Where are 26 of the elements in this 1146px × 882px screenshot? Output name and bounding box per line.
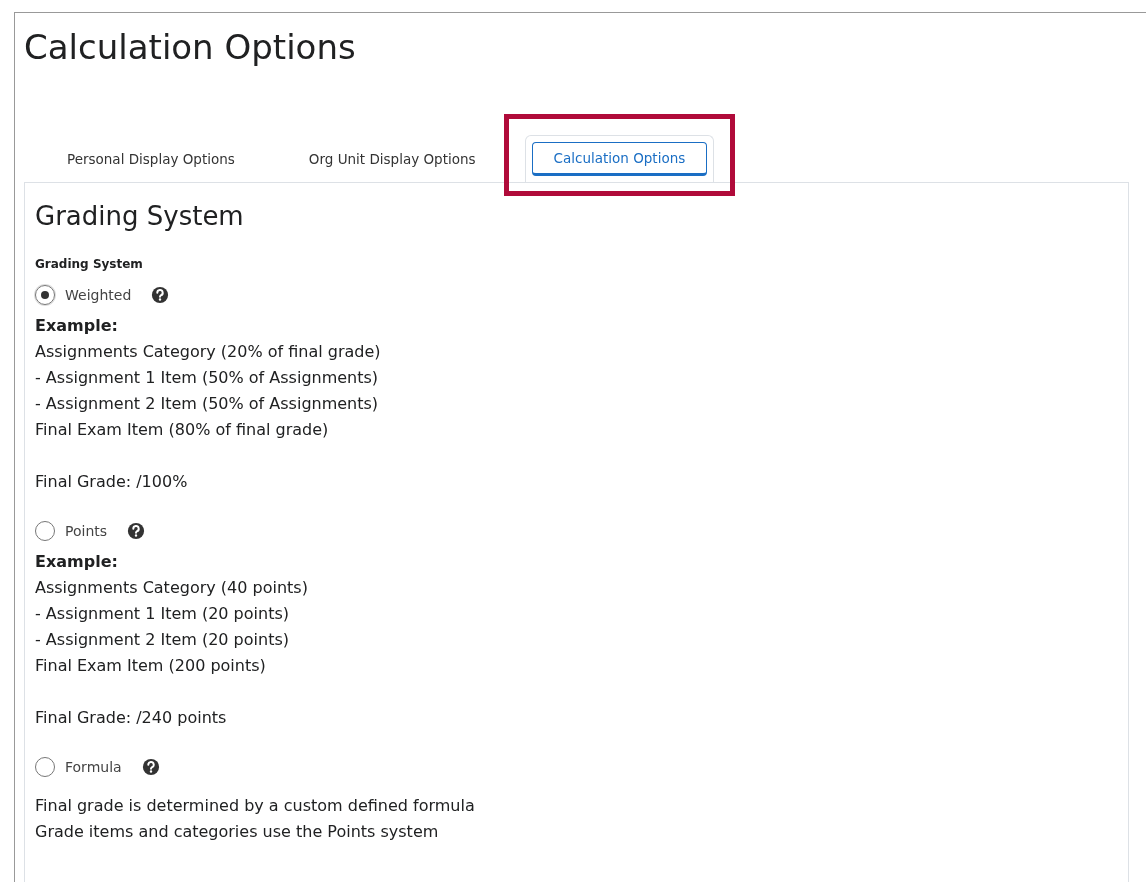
example-line: Grade items and categories use the Points system <box>35 821 440 843</box>
final-grade-text: Final Grade: /100% <box>35 471 189 493</box>
help-icon[interactable] <box>151 286 170 304</box>
example-line: Final grade is determined by a custom defined formula <box>35 795 476 817</box>
example-line: - Assignment 1 Item (50% of Assignments) <box>35 367 380 389</box>
example-heading: Example: <box>35 551 119 573</box>
help-icon[interactable] <box>141 758 160 776</box>
field-label: Grading System <box>35 257 144 271</box>
example-heading: Example: <box>35 315 119 337</box>
example-line: - Assignment 1 Item (20 points) <box>35 603 290 625</box>
example-line: Assignments Category (40 points) <box>35 577 309 599</box>
example-line: Final Exam Item (200 points) <box>35 655 267 677</box>
tab[interactable]: Org Unit Display Options <box>289 143 495 175</box>
example-line: - Assignment 2 Item (20 points) <box>35 629 290 651</box>
tab[interactable]: Calculation Options <box>531 142 708 176</box>
help-icon[interactable] <box>127 522 146 540</box>
example-line: Final Exam Item (80% of final grade) <box>35 419 330 441</box>
example-line: Assignments Category (20% of final grade) <box>35 341 382 363</box>
final-grade-text: Final Grade: /240 points <box>35 707 228 729</box>
section-heading: Grading System <box>35 201 245 231</box>
option-label[interactable]: Formula <box>65 759 122 775</box>
option-label[interactable]: Weighted <box>65 287 132 303</box>
page-title: Calculation Options <box>24 27 357 69</box>
tab[interactable]: Personal Display Options <box>48 143 254 175</box>
example-line: - Assignment 2 Item (50% of Assignments) <box>35 393 380 415</box>
option-label[interactable]: Points <box>65 523 108 539</box>
